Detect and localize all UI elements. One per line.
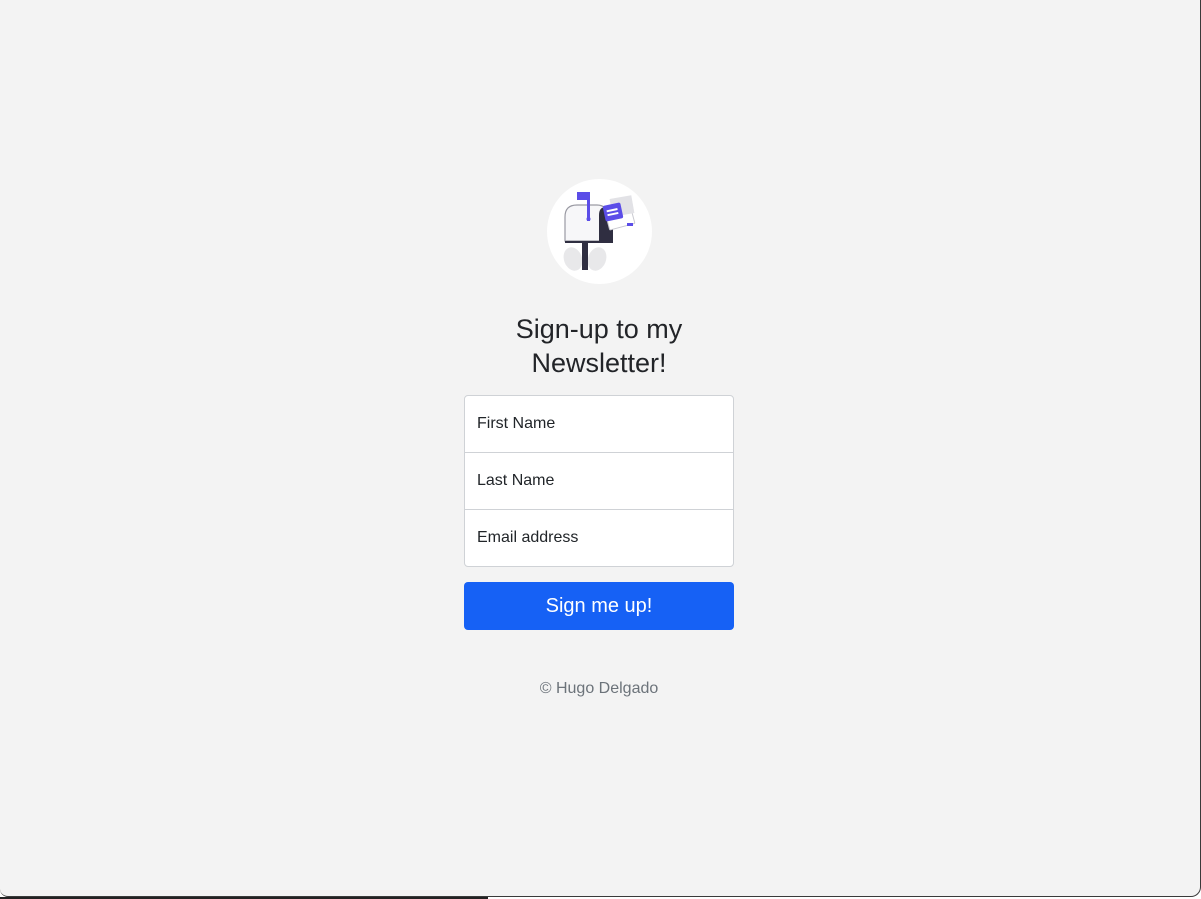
signup-fields bbox=[464, 395, 734, 567]
last-name-field[interactable] bbox=[464, 452, 734, 510]
first-name-field[interactable] bbox=[464, 395, 734, 453]
email-field[interactable] bbox=[464, 509, 734, 567]
copyright-text: © Hugo Delgado bbox=[539, 680, 659, 697]
newsletter-signup-form: Sign-up to my Newsletter! Sign me up! © … bbox=[464, 179, 734, 714]
sign-me-up-button[interactable]: Sign me up! bbox=[464, 582, 734, 630]
mailbox-icon bbox=[546, 179, 652, 284]
page-title: Sign-up to my Newsletter! bbox=[515, 314, 683, 378]
browser-window: Sign-up to my Newsletter! Sign me up! © … bbox=[0, 0, 1201, 897]
